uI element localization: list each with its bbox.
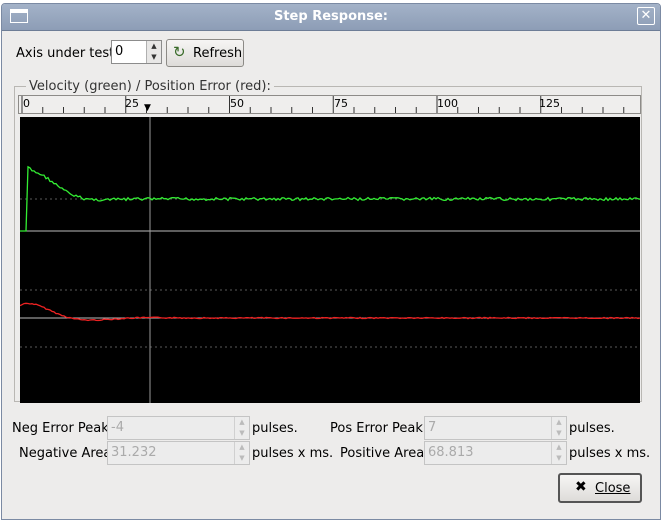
neg-error-peak-label: Neg Error Peak: (12, 421, 114, 436)
spin-up-icon[interactable]: ▲ (147, 41, 161, 52)
axis-spinner[interactable]: 0 ▲ ▼ (111, 40, 162, 64)
spin-down-icon: ▼ (239, 429, 245, 437)
neg-error-peak-arrows: ▲ ▼ (234, 417, 249, 439)
pos-error-peak-field: 7 ▲ ▼ (424, 416, 567, 440)
close-label: Close (595, 481, 631, 496)
close-window-icon[interactable]: ✕ (637, 7, 655, 25)
graph-title: Velocity (green) / Position Error (red): (26, 79, 274, 94)
ruler-label-125: 125 (539, 97, 560, 110)
title-bar[interactable]: Step Response: ✕ (2, 4, 660, 31)
refresh-icon: ↻ (173, 43, 186, 61)
ruler-marker-icon[interactable]: ▼ (144, 104, 151, 113)
axis-value[interactable]: 0 (115, 44, 123, 59)
ruler-label-50: 50 (230, 97, 244, 110)
positive-area-label: Positive Area: (340, 446, 429, 461)
close-icon: ✖ (575, 479, 587, 495)
refresh-button[interactable]: ↻ Refresh (166, 39, 244, 67)
ruler-label-100: 100 (437, 97, 458, 110)
time-ruler[interactable]: 0 25 50 75 100 125 (18, 95, 641, 114)
spin-up-icon: ▲ (239, 443, 245, 451)
negative-area-label: Negative Area: (19, 446, 116, 461)
neg-error-peak-value: -4 (111, 420, 124, 435)
spin-down-icon: ▼ (556, 429, 562, 437)
spin-down-icon: ▼ (556, 454, 562, 462)
negative-area-unit: pulses x ms. (252, 446, 334, 461)
refresh-label: Refresh (193, 46, 243, 61)
ruler-label-75: 75 (334, 97, 348, 110)
spin-up-icon: ▲ (556, 443, 562, 451)
close-button[interactable]: ✖ Close (558, 473, 642, 503)
neg-error-peak-unit: pulses. (252, 421, 298, 436)
ruler-label-25: 25 (125, 97, 139, 110)
negative-area-value: 31.232 (111, 445, 157, 460)
spin-up-icon: ▲ (556, 418, 562, 426)
spin-down-icon[interactable]: ▼ (147, 52, 161, 63)
axis-spinner-arrows[interactable]: ▲ ▼ (146, 41, 161, 63)
window-title: Step Response: (273, 9, 389, 24)
negative-area-arrows: ▲ ▼ (234, 442, 249, 464)
axis-under-test-label: Axis under test: (16, 46, 119, 61)
spin-down-icon: ▼ (239, 454, 245, 462)
pos-error-peak-label: Pos Error Peak: (330, 421, 428, 436)
pos-error-peak-unit: pulses. (569, 421, 615, 436)
spin-up-icon: ▲ (239, 418, 245, 426)
pos-error-peak-arrows: ▲ ▼ (551, 417, 566, 439)
positive-area-value: 68.813 (428, 445, 474, 460)
negative-area-field: 31.232 ▲ ▼ (107, 441, 250, 465)
positive-area-field: 68.813 ▲ ▼ (424, 441, 567, 465)
positive-area-arrows: ▲ ▼ (551, 442, 566, 464)
plot-canvas (20, 117, 640, 403)
step-response-plot[interactable] (20, 117, 640, 403)
neg-error-peak-field: -4 ▲ ▼ (107, 416, 250, 440)
ruler-label-0: 0 (23, 97, 30, 110)
pos-error-peak-value: 7 (428, 420, 437, 435)
velocity-trace (20, 165, 640, 232)
positive-area-unit: pulses x ms. (569, 446, 651, 461)
